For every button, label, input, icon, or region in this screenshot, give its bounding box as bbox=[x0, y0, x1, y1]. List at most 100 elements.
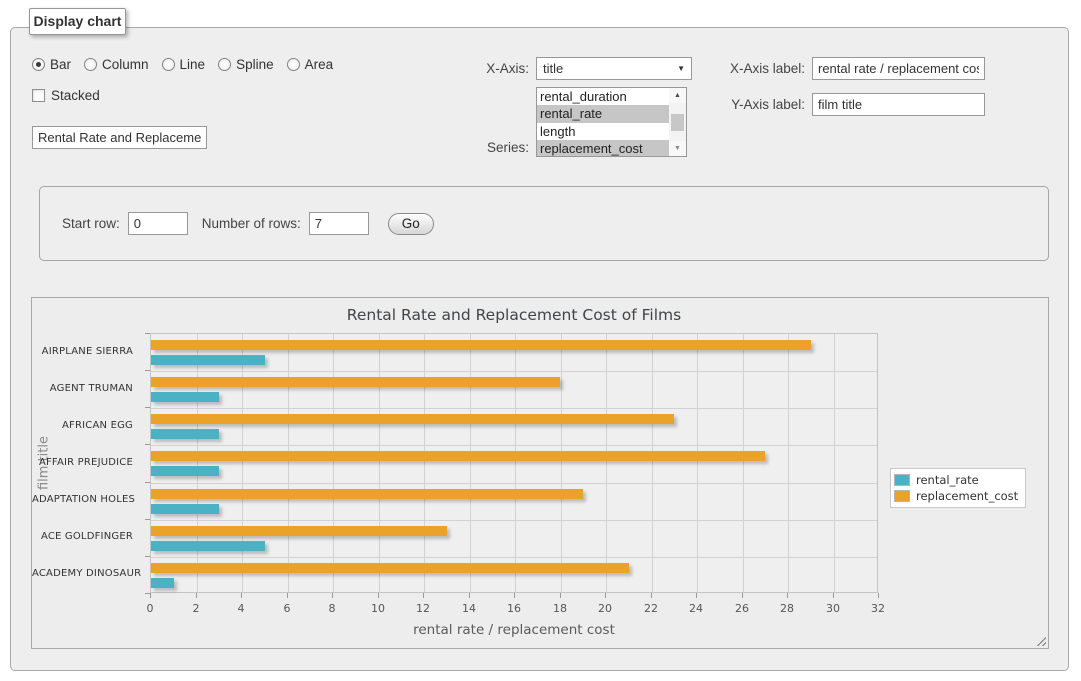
x-tick-label: 26 bbox=[722, 602, 762, 615]
chart-title-input[interactable] bbox=[32, 126, 207, 149]
legend-label: rental_rate bbox=[916, 473, 979, 487]
x-axis-label-input[interactable] bbox=[812, 57, 985, 80]
category-label: AFRICAN EGG bbox=[32, 420, 142, 431]
x-tick-mark bbox=[742, 593, 743, 598]
chart-type-radio-line[interactable]: Line bbox=[162, 57, 206, 72]
series-listbox[interactable]: rental_durationrental_ratelengthreplacem… bbox=[536, 87, 687, 157]
gridline bbox=[151, 408, 877, 409]
y-axis-label-caption: Y-Axis label: bbox=[727, 97, 805, 112]
x-tick-label: 0 bbox=[130, 602, 170, 615]
series-label: Series: bbox=[431, 140, 529, 157]
rows-panel: Start row: Number of rows: Go bbox=[39, 186, 1049, 261]
scrollbar-thumb[interactable] bbox=[671, 114, 684, 131]
gridline bbox=[333, 334, 334, 592]
legend-item: rental_rate bbox=[894, 472, 1018, 488]
x-tick-label: 30 bbox=[813, 602, 853, 615]
x-tick-label: 4 bbox=[221, 602, 261, 615]
x-tick-label: 8 bbox=[312, 602, 352, 615]
x-tick-label: 24 bbox=[676, 602, 716, 615]
x-tick-mark bbox=[378, 593, 379, 598]
category-label: AIRPLANE SIERRA bbox=[32, 346, 142, 357]
x-tick-label: 28 bbox=[767, 602, 807, 615]
radio-label: Spline bbox=[236, 57, 274, 72]
display-chart-fieldset: Display chart BarColumnLineSplineArea St… bbox=[10, 27, 1069, 671]
chart-type-radio-column[interactable]: Column bbox=[84, 57, 149, 72]
number-of-rows-label: Number of rows: bbox=[202, 216, 301, 231]
category-label: ACADEMY DINOSAUR bbox=[32, 568, 142, 579]
series-option-rental_rate[interactable]: rental_rate bbox=[537, 105, 669, 122]
x-tick-label: 10 bbox=[358, 602, 398, 615]
y-tick-mark bbox=[145, 482, 150, 483]
number-of-rows-input[interactable] bbox=[309, 212, 369, 235]
page: Display chart Bar Column Line Spline Area St… bbox=[0, 0, 1081, 681]
chart-x-axis-label: rental rate / replacement cost bbox=[150, 622, 878, 638]
radio-icon[interactable] bbox=[162, 58, 175, 71]
gridline bbox=[151, 371, 877, 372]
x-tick-mark bbox=[651, 593, 652, 598]
radio-icon[interactable] bbox=[287, 58, 300, 71]
bar-replacement_cost-ace-goldfinger bbox=[151, 526, 447, 536]
x-tick-mark bbox=[878, 593, 879, 598]
x-tick-label: 22 bbox=[631, 602, 671, 615]
radio-icon[interactable] bbox=[32, 58, 45, 71]
series-option-rental_duration[interactable]: rental_duration bbox=[537, 88, 669, 105]
x-tick-mark bbox=[833, 593, 834, 598]
bar-rental_rate-african-egg bbox=[151, 429, 219, 439]
series-option-replacement_cost[interactable]: replacement_cost bbox=[537, 140, 669, 157]
gridline bbox=[379, 334, 380, 592]
y-tick-mark bbox=[145, 519, 150, 520]
stacked-checkbox-row: Stacked bbox=[32, 88, 100, 103]
select-dropdown-arrow-icon: ▼ bbox=[677, 58, 685, 79]
radio-icon[interactable] bbox=[84, 58, 97, 71]
bar-replacement_cost-academy-dinosaur bbox=[151, 563, 629, 573]
bar-rental_rate-airplane-sierra bbox=[151, 355, 265, 365]
gridline bbox=[697, 334, 698, 592]
x-axis-select[interactable]: title ▼ bbox=[536, 57, 692, 80]
bar-replacement_cost-affair-prejudice bbox=[151, 451, 765, 461]
bar-replacement_cost-adaptation-holes bbox=[151, 489, 583, 499]
scrollbar-up-arrow-icon[interactable]: ▲ bbox=[669, 88, 686, 103]
chart-type-radio-group: Bar Column Line Spline Area bbox=[32, 57, 333, 72]
x-tick-label: 18 bbox=[540, 602, 580, 615]
chart-legend: rental_ratereplacement_cost bbox=[890, 468, 1026, 508]
go-button[interactable]: Go bbox=[388, 213, 434, 235]
x-tick-label: 16 bbox=[494, 602, 534, 615]
y-axis-label-input[interactable] bbox=[812, 93, 985, 116]
radio-label: Bar bbox=[50, 57, 71, 72]
bar-rental_rate-affair-prejudice bbox=[151, 466, 219, 476]
chart-type-radio-area[interactable]: Area bbox=[287, 57, 334, 72]
x-tick-label: 2 bbox=[176, 602, 216, 615]
x-axis-label-caption: X-Axis label: bbox=[727, 61, 805, 76]
bar-replacement_cost-airplane-sierra bbox=[151, 340, 811, 350]
bar-replacement_cost-african-egg bbox=[151, 414, 674, 424]
chart-type-radio-spline[interactable]: Spline bbox=[218, 57, 274, 72]
chart-title: Rental Rate and Replacement Cost of Film… bbox=[150, 306, 878, 324]
fieldset-legend: Display chart bbox=[29, 8, 126, 35]
start-row-input[interactable] bbox=[128, 212, 188, 235]
x-tick-mark bbox=[196, 593, 197, 598]
bar-rental_rate-agent-truman bbox=[151, 392, 219, 402]
series-option-length[interactable]: length bbox=[537, 123, 669, 140]
gridline bbox=[424, 334, 425, 592]
gridline bbox=[151, 483, 877, 484]
listbox-scrollbar[interactable]: ▲ ▼ bbox=[669, 88, 686, 156]
bar-rental_rate-academy-dinosaur bbox=[151, 578, 174, 588]
x-tick-mark bbox=[241, 593, 242, 598]
x-tick-mark bbox=[787, 593, 788, 598]
gridline bbox=[197, 334, 198, 592]
chart-type-radio-bar[interactable]: Bar bbox=[32, 57, 71, 72]
gridline bbox=[652, 334, 653, 592]
x-tick-label: 12 bbox=[403, 602, 443, 615]
gridline bbox=[561, 334, 562, 592]
category-label: AGENT TRUMAN bbox=[32, 383, 142, 394]
scrollbar-down-arrow-icon[interactable]: ▼ bbox=[669, 141, 686, 156]
axis-series-group: X-Axis: title ▼ Series: rental_durationr… bbox=[431, 57, 692, 157]
resize-handle-icon[interactable] bbox=[1034, 634, 1046, 646]
legend-swatch-rental_rate bbox=[894, 474, 910, 486]
y-tick-mark bbox=[145, 407, 150, 408]
stacked-checkbox[interactable] bbox=[32, 89, 45, 102]
x-tick-mark bbox=[150, 593, 151, 598]
radio-label: Line bbox=[180, 57, 206, 72]
radio-icon[interactable] bbox=[218, 58, 231, 71]
bar-rental_rate-ace-goldfinger bbox=[151, 541, 265, 551]
